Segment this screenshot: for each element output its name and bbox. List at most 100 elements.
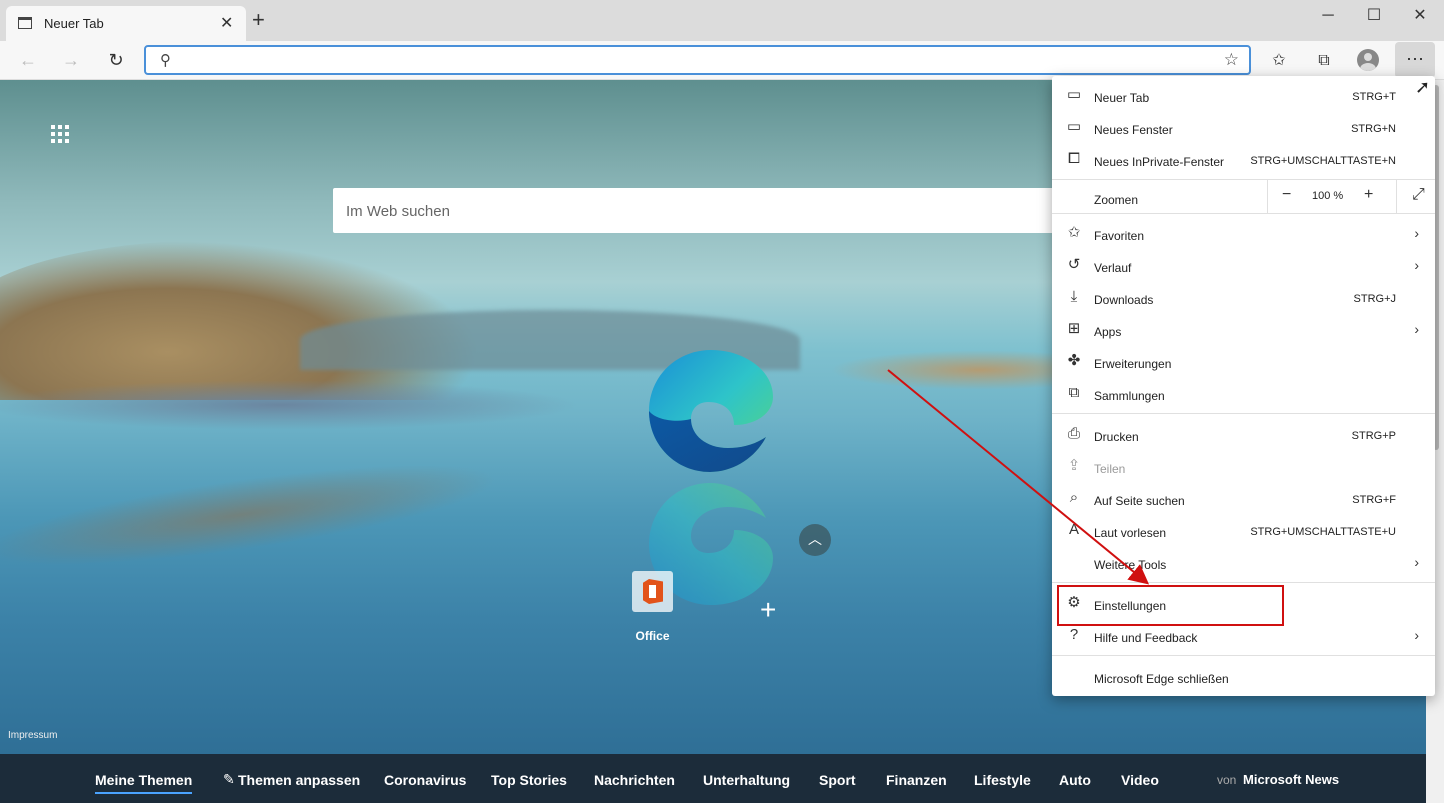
zoom-divider xyxy=(1396,180,1397,213)
new-tab-button[interactable]: + xyxy=(252,9,265,31)
menu-item-label: Neues Fenster xyxy=(1094,123,1173,137)
news-tab-top-stories[interactable]: Top Stories xyxy=(491,772,567,788)
zoom-value: 100 % xyxy=(1312,190,1344,202)
menu-item-shortcut: STRG+N xyxy=(1351,123,1396,135)
menu-item-shortcut: STRG+F xyxy=(1352,494,1396,506)
news-tab-lifestyle[interactable]: Lifestyle xyxy=(974,772,1031,788)
news-tab-unterhaltung[interactable]: Unterhaltung xyxy=(703,772,790,788)
extensions-icon: ✤ xyxy=(1067,352,1081,369)
news-source-brand[interactable]: Microsoft News xyxy=(1243,772,1339,787)
news-tab-meine-themen[interactable]: Meine Themen xyxy=(95,772,193,794)
fullscreen-icon[interactable]: ⤢ xyxy=(1412,186,1425,204)
news-tab-nachrichten[interactable]: Nachrichten xyxy=(594,772,675,788)
menu-item-extensions[interactable]: ✤ Erweiterungen xyxy=(1052,345,1435,377)
menu-item-share: ⇪ Teilen xyxy=(1052,450,1435,482)
zoom-controls: − 100 % + ⤢ xyxy=(1267,180,1435,213)
impressum-link[interactable]: Impressum xyxy=(8,730,57,741)
tab-close-icon[interactable]: ✕ xyxy=(220,13,233,33)
pencil-icon: ✎ xyxy=(223,771,235,787)
favorites-icon: ✩ xyxy=(1067,224,1081,241)
news-tab-sport[interactable]: Sport xyxy=(819,772,856,788)
menu-item-label: Teilen xyxy=(1094,462,1126,476)
menu-item-label: Microsoft Edge schließen xyxy=(1094,672,1229,686)
menu-item-downloads[interactable]: ⤓ Downloads STRG+J xyxy=(1052,281,1435,313)
zoom-out-button[interactable]: − xyxy=(1282,186,1291,204)
menu-item-new-tab[interactable]: ▭ Neuer Tab STRG+T xyxy=(1052,79,1435,111)
tab-title: Neuer Tab xyxy=(44,16,104,31)
menu-item-close-edge[interactable]: Microsoft Edge schließen xyxy=(1052,660,1435,692)
collections-icon: ⧉ xyxy=(1068,384,1080,401)
menu-item-label: Laut vorlesen xyxy=(1094,526,1167,540)
background-reeds xyxy=(0,444,503,586)
share-icon: ⇪ xyxy=(1067,457,1081,474)
collapse-chevron-up-icon[interactable]: ︿ xyxy=(799,524,831,556)
menu-item-label: Apps xyxy=(1094,325,1122,339)
close-window-button[interactable]: ✕ xyxy=(1397,4,1443,30)
quicklink-office-tile[interactable] xyxy=(632,571,673,612)
zoom-label: Zoomen xyxy=(1094,193,1139,207)
menu-item-history[interactable]: ↺ Verlauf › xyxy=(1052,249,1435,281)
menu-item-read-aloud[interactable]: A Laut vorlesen STRG+UMSCHALTTASTE+U xyxy=(1052,514,1435,546)
inprivate-icon: ⧠ xyxy=(1067,150,1080,167)
menu-item-label: Erweiterungen xyxy=(1094,357,1172,371)
toolbar: ← → ↻ ⚲ ☆ ✩ ⧉ xyxy=(0,41,1444,80)
apps-icon: ⊞ xyxy=(1067,320,1081,337)
menu-item-label: Auf Seite suchen xyxy=(1094,494,1185,508)
menu-item-find-on-page[interactable]: ⌕ Auf Seite suchen STRG+F xyxy=(1052,482,1435,514)
chevron-right-icon: › xyxy=(1414,225,1419,241)
menu-item-label: Favoriten xyxy=(1094,229,1145,243)
address-bar[interactable]: ⚲ ☆ xyxy=(144,45,1251,75)
menu-item-collections[interactable]: ⧉ Sammlungen xyxy=(1052,377,1435,409)
chevron-right-icon: › xyxy=(1414,321,1419,337)
favorites-icon[interactable]: ✩ xyxy=(1265,48,1293,74)
refresh-icon[interactable]: ↻ xyxy=(102,47,130,75)
menu-item-new-window[interactable]: ▭ Neues Fenster STRG+N xyxy=(1052,111,1435,143)
back-arrow-icon[interactable]: ← xyxy=(14,47,42,75)
forward-arrow-icon[interactable]: → xyxy=(57,47,85,75)
tab-icon xyxy=(18,17,32,29)
add-quicklink-plus-icon[interactable]: + xyxy=(760,594,776,626)
add-favorite-star-icon[interactable]: ☆ xyxy=(1224,50,1239,70)
profile-avatar[interactable] xyxy=(1357,49,1379,71)
settings-and-more-button[interactable]: ··· xyxy=(1395,42,1435,78)
menu-item-inprivate-window[interactable]: ⧠ Neues InPrivate-Fenster STRG+UMSCHALTT… xyxy=(1052,143,1435,175)
menu-item-print[interactable]: ⎙ Drucken STRG+P xyxy=(1052,418,1435,450)
download-icon: ⤓ xyxy=(1070,288,1078,305)
menu-item-shortcut: STRG+UMSCHALTTASTE+N xyxy=(1250,155,1396,167)
minimize-button[interactable]: ─ xyxy=(1305,4,1351,30)
annotation-highlight-box xyxy=(1057,585,1284,626)
menu-divider xyxy=(1052,582,1435,583)
search-icon: ⚲ xyxy=(160,52,171,69)
tab-icon: ▭ xyxy=(1066,86,1082,103)
chevron-right-icon: › xyxy=(1414,257,1419,273)
menu-divider xyxy=(1052,655,1435,656)
menu-item-shortcut: STRG+J xyxy=(1353,293,1396,305)
mouse-cursor-icon: ➚ xyxy=(1415,77,1431,97)
news-tab-auto[interactable]: Auto xyxy=(1059,772,1091,788)
web-search-input[interactable]: Im Web suchen xyxy=(333,188,1093,233)
app-launcher-icon[interactable] xyxy=(51,125,69,143)
news-navigation-bar: Meine Themen Themen anpassen ✎ Coronavir… xyxy=(0,754,1426,803)
tab-neuer-tab[interactable]: Neuer Tab ✕ xyxy=(6,6,246,41)
menu-item-label: Downloads xyxy=(1094,293,1154,307)
menu-item-apps[interactable]: ⊞ Apps › xyxy=(1052,313,1435,345)
background-spit xyxy=(0,380,580,430)
quicklink-office-label: Office xyxy=(635,629,670,643)
news-tab-coronavirus[interactable]: Coronavirus xyxy=(384,772,466,788)
menu-zoom-row: Zoomen − 100 % + ⤢ xyxy=(1052,180,1435,213)
news-tab-finanzen[interactable]: Finanzen xyxy=(886,772,947,788)
maximize-button[interactable]: ☐ xyxy=(1351,4,1397,30)
news-tab-themen-anpassen[interactable]: Themen anpassen xyxy=(238,772,360,788)
news-tab-video[interactable]: Video xyxy=(1121,772,1159,788)
menu-item-more-tools[interactable]: Weitere Tools › xyxy=(1052,546,1435,578)
menu-item-label: Hilfe und Feedback xyxy=(1094,631,1198,645)
menu-item-label: Neuer Tab xyxy=(1094,91,1150,105)
zoom-in-button[interactable]: + xyxy=(1364,186,1373,204)
menu-item-label: Neues InPrivate-Fenster xyxy=(1094,155,1225,169)
menu-item-shortcut: STRG+T xyxy=(1352,91,1396,103)
menu-item-label: Drucken xyxy=(1094,430,1139,444)
collections-icon[interactable]: ⧉ xyxy=(1310,48,1338,74)
menu-divider xyxy=(1052,413,1435,414)
history-icon: ↺ xyxy=(1067,256,1081,273)
menu-item-favorites[interactable]: ✩ Favoriten › xyxy=(1052,217,1435,249)
